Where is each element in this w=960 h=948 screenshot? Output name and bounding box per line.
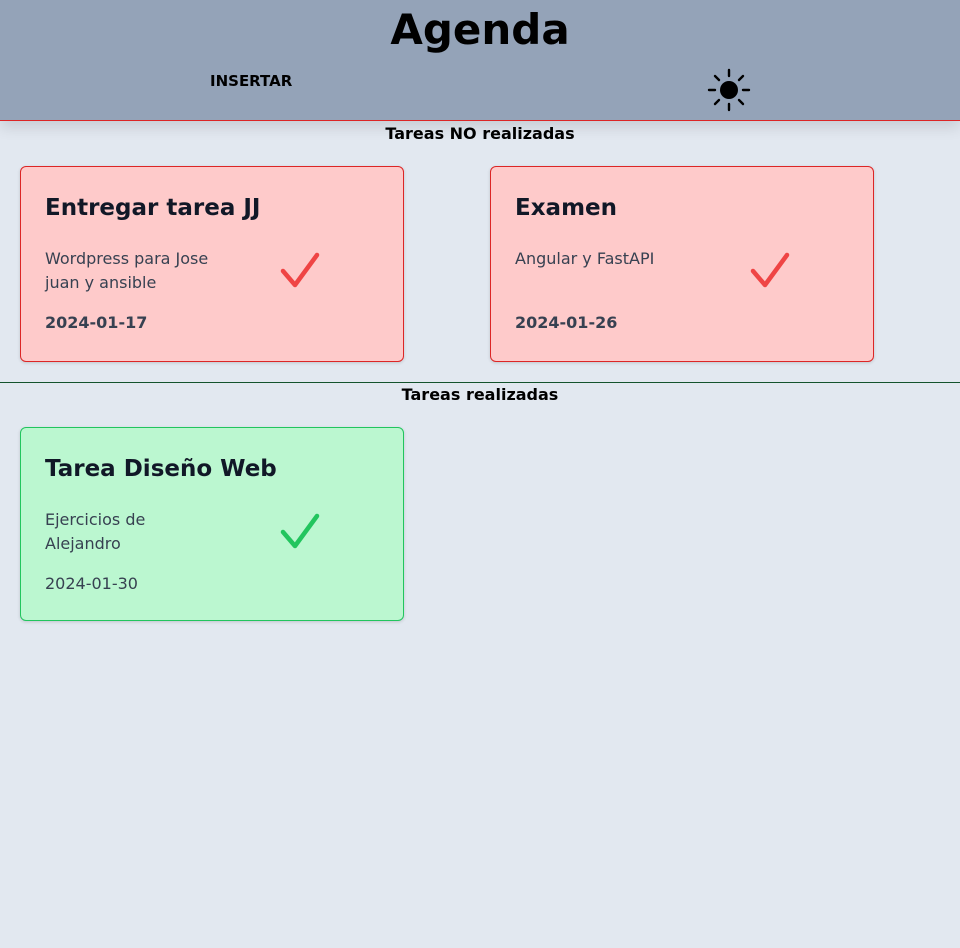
section-divider <box>0 382 960 383</box>
check-icon <box>750 252 790 288</box>
mark-done-button[interactable] <box>277 251 323 295</box>
task-title: Tarea Diseño Web <box>45 456 277 482</box>
task-card: Entregar tarea JJ Wordpress para Jose ju… <box>20 166 404 362</box>
task-description: Angular y FastAPI <box>515 249 655 268</box>
task-date: 2024-01-30 <box>45 574 138 593</box>
mark-undone-button[interactable] <box>277 512 323 556</box>
sun-icon <box>707 68 751 112</box>
check-icon <box>280 252 320 288</box>
theme-toggle-button[interactable] <box>706 68 752 114</box>
task-title: Examen <box>515 195 618 221</box>
task-title: Entregar tarea JJ <box>45 195 261 221</box>
check-icon <box>280 513 320 549</box>
task-date: 2024-01-26 <box>515 313 618 332</box>
mark-done-button[interactable] <box>747 251 793 295</box>
done-section-title: Tareas realizadas <box>401 385 559 404</box>
app-header: Agenda INSERTAR <box>0 0 960 121</box>
insert-button[interactable]: INSERTAR <box>210 72 292 90</box>
task-card: Tarea Diseño Web Ejercicios de Alejandro… <box>20 427 404 621</box>
page-title: Agenda <box>390 5 570 54</box>
task-description: Wordpress para Jose juan y ansible <box>45 249 209 292</box>
task-card: Examen Angular y FastAPI 2024-01-26 <box>490 166 874 362</box>
task-date: 2024-01-17 <box>45 313 148 332</box>
pending-section-title: Tareas NO realizadas <box>385 124 575 143</box>
task-description: Ejercicios de Alejandro <box>45 510 146 553</box>
